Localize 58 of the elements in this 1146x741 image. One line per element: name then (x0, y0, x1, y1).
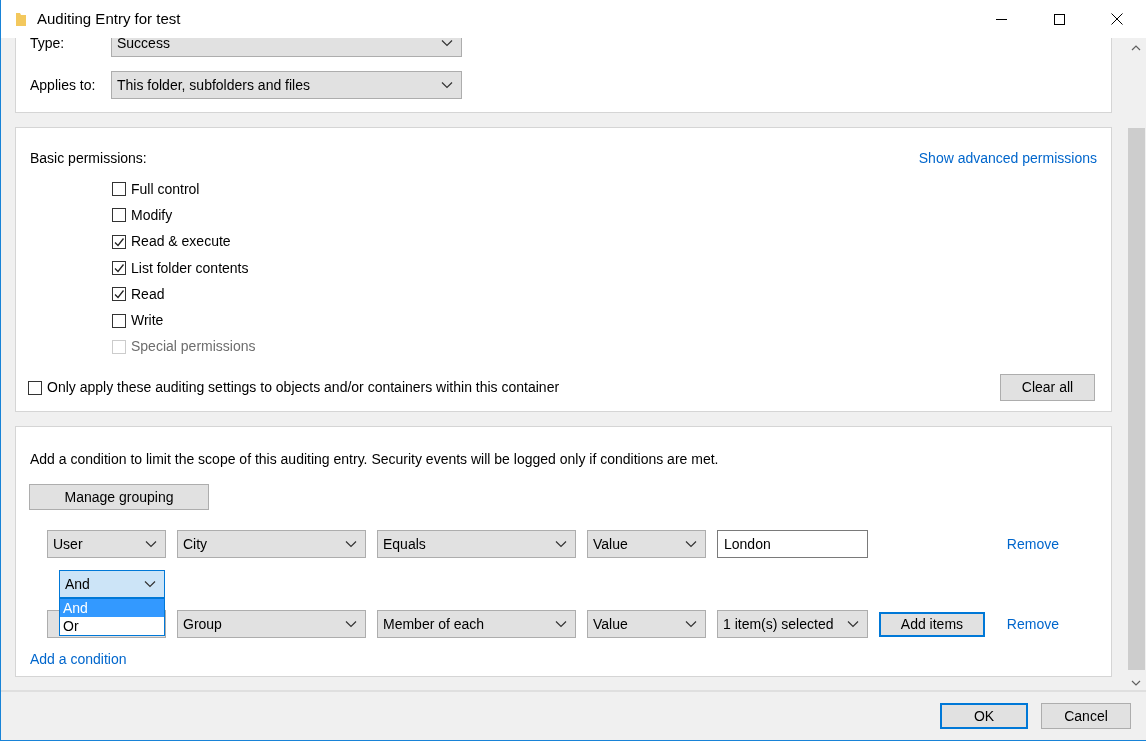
checkbox-label[interactable]: Only apply these auditing settings to objects and/or containers within this container (47, 377, 560, 399)
checkbox[interactable] (112, 261, 126, 276)
scroll-down-icon[interactable] (1131, 680, 1141, 686)
chevron-down-icon[interactable] (441, 81, 453, 89)
checkbox[interactable] (112, 208, 126, 223)
window-title: Auditing Entry for test (37, 8, 181, 29)
checkbox-label[interactable]: Read & execute (131, 231, 231, 253)
remove-link[interactable]: Remove (1006, 533, 1059, 555)
dropdown[interactable]: User (47, 530, 166, 558)
field-label: Type: (30, 38, 66, 53)
dropdown[interactable]: Member of each (377, 610, 576, 638)
chevron-down-icon[interactable] (685, 620, 697, 628)
field-label: Applies to: (30, 75, 97, 95)
dialog-button[interactable]: OK (940, 703, 1028, 729)
chevron-down-icon[interactable] (685, 540, 697, 548)
checkbox[interactable] (112, 287, 126, 302)
dropdown[interactable]: And (59, 570, 165, 598)
chevron-down-icon[interactable] (145, 540, 157, 548)
chevron-down-icon[interactable] (555, 620, 567, 628)
dropdown[interactable]: Value (587, 530, 706, 558)
add-condition-link[interactable]: Add a condition (30, 649, 127, 670)
close-icon[interactable] (1111, 13, 1123, 25)
scrollbar-thumb[interactable] (1127, 128, 1145, 670)
checkbox-label[interactable]: Write (131, 310, 164, 332)
clear-all-button[interactable]: Clear all (1000, 374, 1095, 402)
folder-icon (15, 11, 27, 27)
checkbox[interactable] (112, 234, 126, 249)
checkbox-label[interactable]: Modify (131, 204, 173, 226)
add-items-button[interactable]: Add items (879, 611, 985, 637)
scroll-up-icon[interactable] (1131, 45, 1141, 51)
remove-link[interactable]: Remove (1006, 613, 1059, 635)
checkbox-label[interactable]: Read (131, 283, 165, 305)
dropdown[interactable]: Value (587, 610, 706, 638)
dropdown[interactable]: 1 item(s) selected (717, 610, 868, 638)
chevron-down-icon[interactable] (345, 620, 357, 628)
checkbox[interactable] (28, 380, 42, 395)
chevron-down-icon[interactable] (441, 39, 453, 47)
checkbox[interactable] (112, 313, 126, 328)
text-field[interactable]: London (717, 530, 868, 558)
maximize-icon[interactable] (1053, 13, 1065, 25)
dropdown[interactable]: Equals (377, 530, 576, 558)
advanced-permissions-link[interactable]: Show advanced permissions (918, 148, 1097, 169)
section-heading: Basic permissions: (30, 149, 147, 168)
chevron-down-icon[interactable] (144, 580, 156, 588)
dropdown[interactable]: Group (177, 610, 366, 638)
chevron-down-icon[interactable] (555, 540, 567, 548)
chevron-down-icon[interactable] (345, 540, 357, 548)
checkbox[interactable] (112, 182, 126, 197)
dropdown[interactable]: City (177, 530, 366, 558)
dropdown[interactable]: This folder, subfolders and files (111, 71, 462, 99)
checkbox-label[interactable]: Full control (131, 178, 200, 200)
manage-grouping-button[interactable]: Manage grouping (29, 484, 209, 510)
dropdown[interactable]: Success (111, 38, 462, 57)
dropdown-option[interactable]: Or (60, 617, 164, 635)
description-text: Add a condition to limit the scope of this auditing entry. Security events will be logged only if conditions are met. (30, 450, 720, 469)
chevron-down-icon[interactable] (847, 620, 859, 628)
checkbox-label[interactable]: List folder contents (131, 257, 249, 279)
dialog-button[interactable]: Cancel (1041, 703, 1131, 729)
